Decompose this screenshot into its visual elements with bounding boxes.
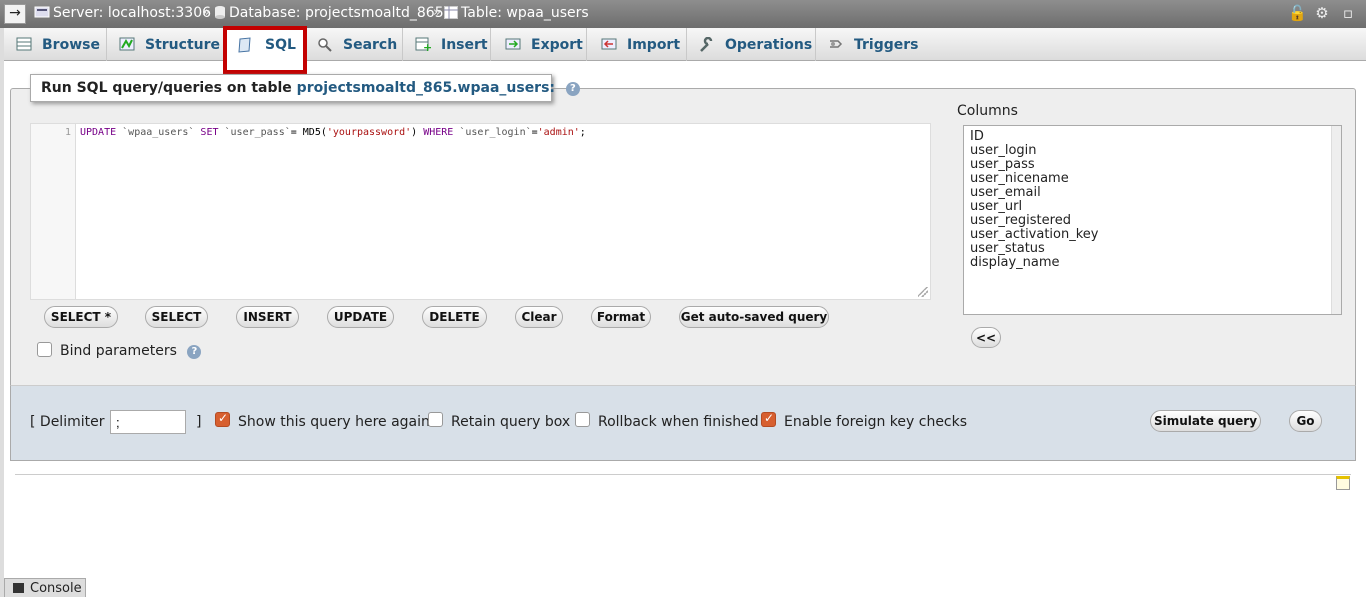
retain-query-box-label[interactable]: Retain query box [451,414,570,430]
delete-button[interactable]: DELETE [422,306,487,328]
table-icon [444,6,458,19]
bind-parameters-label[interactable]: Bind parameters ? [60,343,202,359]
delimiter-label-close: ] [196,414,202,430]
export-icon [505,37,521,53]
console-tab[interactable]: Console [4,578,86,597]
get-autosaved-query-button[interactable]: Get auto-saved query [679,306,829,328]
column-items: ID user_login user_pass user_nicename user_e… [970,130,1335,270]
breadcrumb: → Server: localhost:3306 » Database: pro… [0,0,1366,28]
sql-editor[interactable]: 1 UPDATE `wpaa_users` SET `user_pass`= M… [30,123,931,300]
insert-column-button[interactable]: << [971,327,1001,348]
svg-text:+: + [423,41,431,51]
tab-export[interactable]: Export [491,28,587,61]
select-button[interactable]: SELECT [145,306,208,328]
bookmark-note-icon[interactable] [1336,476,1350,490]
server-icon [34,6,50,18]
column-item[interactable]: display_name [970,256,1335,270]
tab-import[interactable]: Import [587,28,687,61]
structure-icon [119,37,135,53]
tab-structure[interactable]: Structure [107,28,225,61]
columns-title: Columns [957,103,1018,119]
breadcrumb-database[interactable]: Database: projectsmoaltd_865 [214,5,444,21]
bind-parameters-checkbox[interactable] [37,342,52,357]
gear-icon[interactable]: ⚙ [1314,5,1330,21]
show-query-again-checkbox[interactable] [215,411,230,427]
foreign-key-checks-checkbox[interactable] [761,411,776,427]
update-button[interactable]: UPDATE [327,306,394,328]
help-icon[interactable]: ? [565,82,580,96]
tab-sql[interactable]: SQL [225,28,307,61]
console-icon [13,583,24,593]
insert-icon: + [415,37,432,54]
collapse-icon[interactable]: ▫ [1340,5,1356,21]
breadcrumb-server[interactable]: Server: localhost:3306 [34,5,211,21]
wrench-icon [699,36,715,53]
tab-insert[interactable]: + Insert [403,28,491,61]
line-number-gutter: 1 [31,124,76,299]
database-icon [215,6,225,19]
help-icon[interactable]: ? [187,345,202,359]
breadcrumb-table[interactable]: Table: wpaa_users [444,5,589,21]
sql-icon [237,36,255,53]
show-query-again-label[interactable]: Show this query here again [238,414,430,430]
import-icon [601,37,617,53]
column-item[interactable]: ID [970,130,1335,144]
top-right-icons: 🔓 ⚙ ▫ [1288,5,1356,21]
breadcrumb-separator: » [202,5,210,20]
column-item[interactable]: user_pass [970,158,1335,172]
tab-search[interactable]: Search [307,28,403,61]
delimiter-input[interactable] [110,410,186,434]
foreign-key-checks-label[interactable]: Enable foreign key checks [784,414,967,430]
retain-query-box-checkbox[interactable] [428,412,443,427]
browse-icon [16,37,32,53]
editor-resize-handle[interactable] [918,287,928,297]
go-button[interactable]: Go [1289,410,1322,432]
column-item[interactable]: user_url [970,200,1335,214]
rollback-label[interactable]: Rollback when finished [598,414,759,430]
column-item[interactable]: user_login [970,144,1335,158]
tab-bar: Browse Structure SQL Search + Insert Expo… [4,28,1366,61]
select-star-button[interactable]: SELECT * [44,306,118,328]
tab-operations[interactable]: Operations [687,28,816,61]
triggers-icon [828,37,844,53]
column-item[interactable]: user_nicename [970,172,1335,186]
divider [15,474,1351,475]
column-item[interactable]: user_activation_key [970,228,1335,242]
clear-button[interactable]: Clear [515,306,563,328]
column-item[interactable]: user_status [970,242,1335,256]
search-icon [317,37,333,53]
delimiter-label-open: [ Delimiter [30,414,105,430]
tab-triggers[interactable]: Triggers [816,28,926,61]
insert-button[interactable]: INSERT [236,306,299,328]
query-legend: Run SQL query/queries on table projectsm… [30,74,580,102]
column-item[interactable]: user_email [970,186,1335,200]
columns-scrollbar[interactable] [1331,126,1341,314]
lock-icon[interactable]: 🔓 [1288,5,1307,21]
tab-browse[interactable]: Browse [4,28,107,61]
sql-query-text[interactable]: UPDATE `wpaa_users` SET `user_pass`= MD5… [80,127,586,138]
format-button[interactable]: Format [591,306,651,328]
column-item[interactable]: user_registered [970,214,1335,228]
breadcrumb-separator: » [433,5,441,20]
simulate-query-button[interactable]: Simulate query [1150,410,1261,432]
legend-table-link[interactable]: projectsmoaltd_865.wpaa_users: [297,80,555,96]
navigation-toggle-arrow-icon[interactable]: → [4,4,26,24]
columns-list[interactable]: ID user_login user_pass user_nicename user_e… [963,125,1342,315]
left-edge [0,28,4,597]
rollback-checkbox[interactable] [575,412,590,427]
